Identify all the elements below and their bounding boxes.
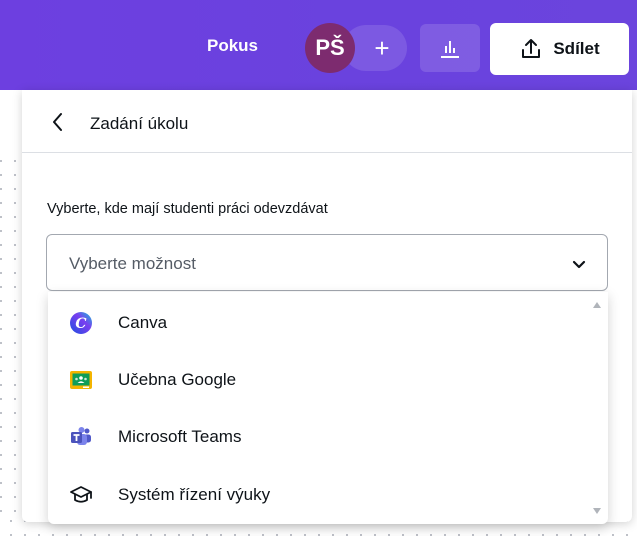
option-microsoft-teams[interactable]: Microsoft Teams [48, 408, 584, 464]
microsoft-teams-icon [71, 427, 91, 445]
avatar[interactable]: PŠ [305, 23, 355, 73]
panel-title: Zadání úkolu [90, 114, 189, 133]
select-placeholder: Vyberte možnost [69, 254, 196, 273]
submission-field-label: Vyberte, kde mají studenti práci odevzdá… [47, 201, 328, 217]
plus-icon: + [374, 32, 390, 63]
upload-icon [522, 39, 541, 58]
option-google-classroom[interactable]: Učebna Google [48, 351, 584, 407]
option-canva[interactable]: C Canva [48, 294, 584, 350]
chevron-left-icon [53, 113, 62, 131]
scroll-up-arrow[interactable] [591, 300, 603, 310]
google-classroom-icon [70, 371, 92, 389]
share-button[interactable]: Sdílet [490, 23, 629, 75]
option-lms[interactable]: Systém řízení výuky [48, 466, 584, 522]
panel-header: Zadání úkolu [22, 90, 632, 153]
triangle-down-icon [593, 508, 601, 514]
svg-text:C: C [75, 316, 86, 332]
chevron-down-icon [572, 260, 586, 269]
canvas-grid [0, 150, 22, 520]
option-label: Systém řízení výuky [118, 485, 271, 504]
canva-logo-icon: C [70, 312, 92, 334]
graduation-cap-icon [70, 486, 92, 503]
submission-options-list: C Canva Učebna Google Microsoft Teams Sy… [48, 292, 608, 524]
dropdown-scrollbar[interactable] [586, 292, 608, 524]
bar-chart-icon [441, 41, 459, 58]
top-bar: Pokus + PŠ Sdílet [0, 0, 637, 90]
insights-button[interactable] [420, 24, 480, 72]
share-label: Sdílet [553, 39, 600, 58]
back-button[interactable] [46, 110, 70, 134]
option-label: Canva [118, 313, 168, 332]
scroll-down-arrow[interactable] [591, 506, 603, 516]
option-label: Učebna Google [118, 370, 237, 389]
triangle-up-icon [593, 302, 601, 308]
option-label: Microsoft Teams [118, 427, 242, 446]
design-title[interactable]: Pokus [207, 36, 258, 56]
submission-select[interactable]: Vyberte možnost [46, 234, 608, 291]
